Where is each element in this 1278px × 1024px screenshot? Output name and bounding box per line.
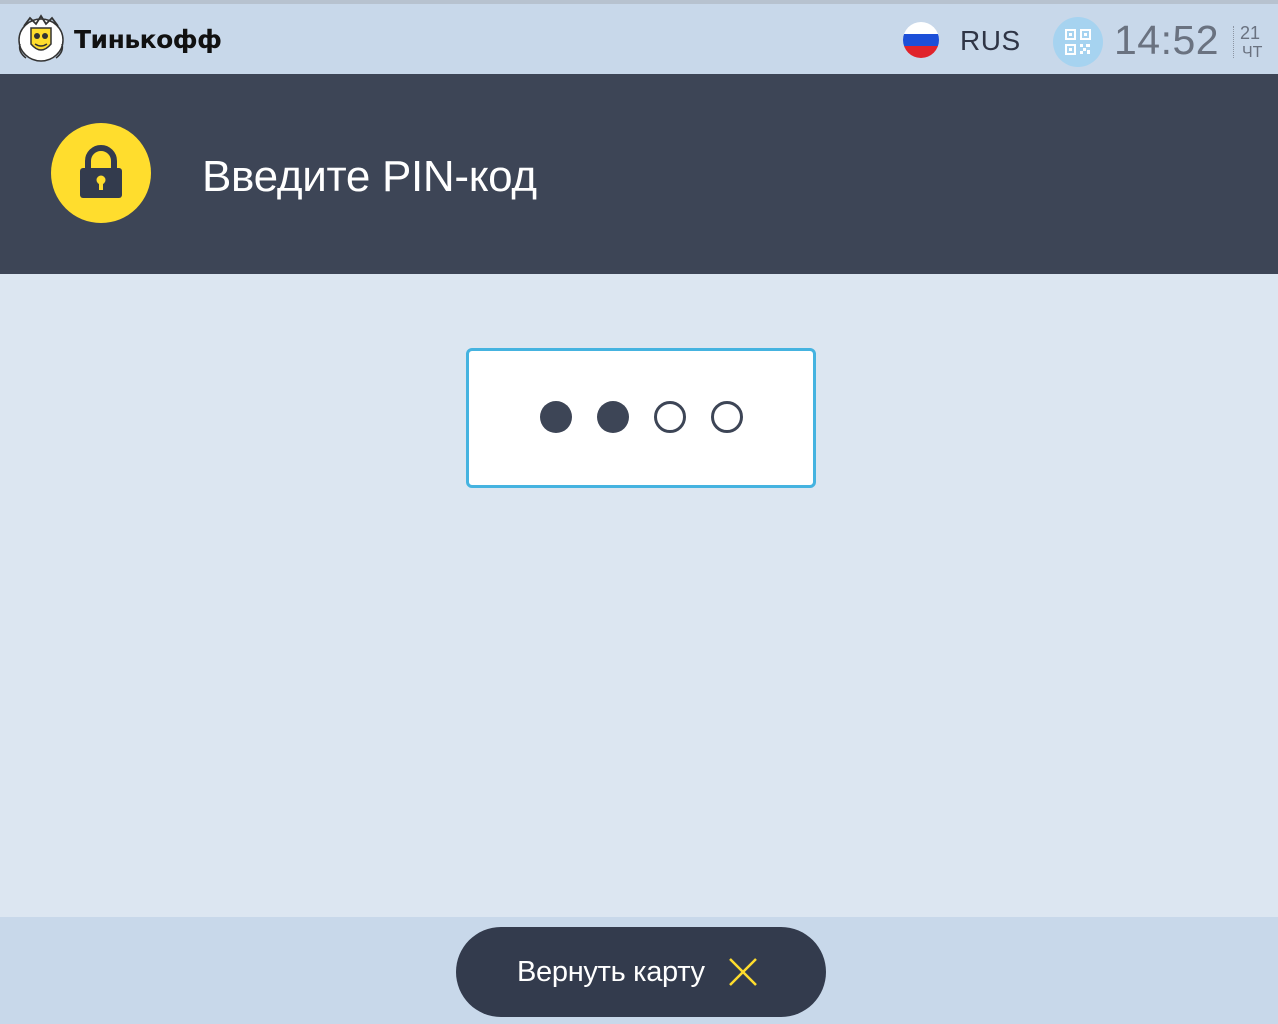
language-selector[interactable]: RUS [960, 25, 1021, 57]
return-card-button[interactable]: Вернуть карту [456, 927, 826, 1017]
tinkoff-logo-icon [18, 14, 64, 62]
pin-dot-filled [597, 401, 629, 433]
date-weekday: ЧТ [1242, 44, 1263, 61]
qr-code-icon [1065, 29, 1091, 55]
pin-dot-empty [711, 401, 743, 433]
top-bar: Тинькофф RUS 14:52 21 ЧТ [0, 0, 1278, 74]
page-title: Введите PIN-код [202, 152, 537, 201]
pin-dot-filled [540, 401, 572, 433]
return-card-label: Вернуть карту [517, 955, 705, 988]
qr-code-button[interactable] [1053, 17, 1103, 67]
brand-name: Тинькофф [74, 24, 222, 54]
date-day: 21 [1240, 23, 1261, 43]
pin-dot-empty [654, 401, 686, 433]
date-divider [1233, 26, 1234, 58]
clock-time: 14:52 [1114, 17, 1220, 63]
close-icon [728, 958, 757, 986]
prompt-header: Введите PIN-код [0, 74, 1278, 274]
brand-logo: Тинькофф [14, 14, 222, 64]
lock-icon [51, 123, 151, 223]
pin-input[interactable] [466, 348, 816, 488]
russia-flag-icon[interactable] [903, 22, 939, 58]
